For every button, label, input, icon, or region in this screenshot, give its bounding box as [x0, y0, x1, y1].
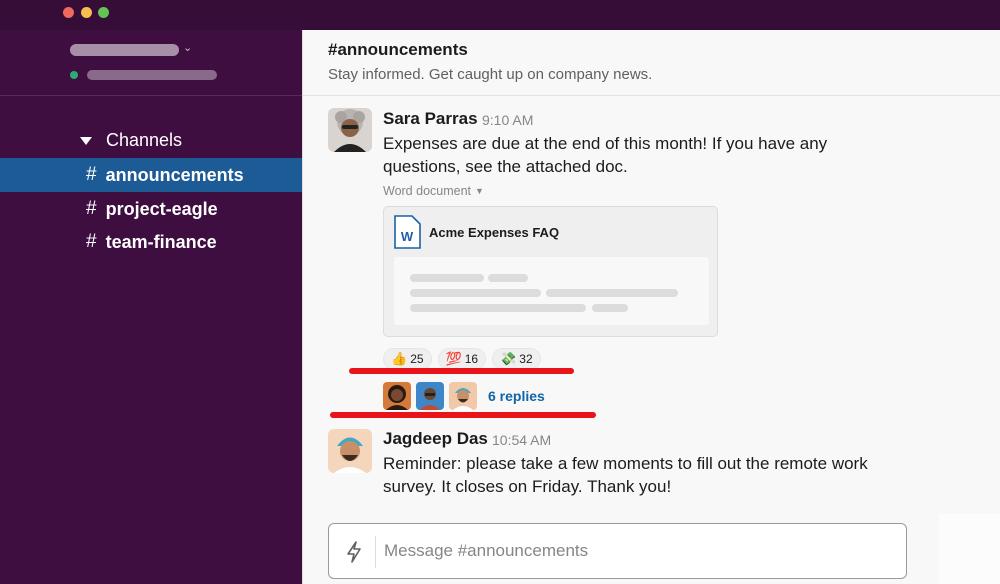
thread-replies[interactable]: 6 replies	[383, 382, 545, 410]
avatar	[383, 382, 411, 410]
reaction-money-with-wings[interactable]: 💸 32	[492, 348, 541, 370]
hash-icon: #	[86, 198, 97, 219]
preview-placeholder-line	[488, 274, 528, 282]
document-preview[interactable]	[394, 257, 709, 325]
svg-text:W: W	[401, 229, 414, 244]
message-author[interactable]: Sara Parras	[383, 109, 478, 129]
preview-placeholder-line	[410, 289, 541, 297]
message-text: Expenses are due at the end of this mont…	[383, 134, 828, 176]
chevron-down-icon[interactable]: ⌄	[183, 41, 192, 54]
reaction-hundred-points[interactable]: 💯 16	[437, 348, 487, 370]
reaction-count: 16	[464, 352, 479, 366]
message-input[interactable]	[384, 541, 884, 561]
preview-placeholder-line	[546, 289, 678, 297]
thumbs-up-emoji: 👍	[391, 351, 408, 366]
hash-icon: #	[86, 231, 97, 252]
presence-status-icon	[70, 71, 78, 79]
avatar	[416, 382, 444, 410]
attachment-type-label[interactable]: Word document ▼	[383, 184, 484, 198]
user-name-placeholder	[87, 70, 217, 80]
reactions-bar: 👍 25 💯 16 💸 32	[383, 348, 541, 370]
message-composer[interactable]	[328, 523, 907, 579]
annotation-underline	[330, 412, 596, 418]
background-panel	[939, 514, 1000, 584]
preview-placeholder-line	[592, 304, 628, 312]
replies-link[interactable]: 6 replies	[488, 388, 545, 404]
caret-down-icon[interactable]: ▼	[475, 186, 484, 196]
workspace-header[interactable]: ⌄	[0, 30, 302, 96]
workspace-name-placeholder[interactable]	[70, 44, 179, 56]
preview-placeholder-line	[410, 274, 484, 282]
annotation-underline	[349, 368, 574, 374]
avatar	[449, 382, 477, 410]
channels-section-label: Channels	[106, 130, 183, 150]
sidebar-item-project-eagle[interactable]: # project-eagle	[0, 192, 302, 226]
sidebar: ⌄ Channels # announcements # project-eag…	[0, 30, 302, 584]
hash-icon: #	[86, 164, 97, 185]
reaction-thumbs-up[interactable]: 👍 25	[383, 348, 432, 370]
attachment-card[interactable]: W Acme Expenses FAQ	[383, 206, 718, 337]
caret-down-icon[interactable]	[80, 136, 92, 145]
preview-placeholder-line	[410, 304, 586, 312]
channel-header: #announcements Stay informed. Get caught…	[303, 30, 1000, 96]
reaction-count: 32	[519, 352, 533, 366]
divider	[375, 536, 376, 568]
message-timestamp[interactable]: 10:54 AM	[492, 432, 551, 448]
sidebar-item-label: team-finance	[105, 231, 217, 252]
message-timestamp[interactable]: 9:10 AM	[482, 112, 533, 128]
channel-topic: Stay informed. Get caught up on company …	[328, 66, 653, 83]
money-with-wings-emoji: 💸	[500, 351, 517, 366]
avatar-jagdeep-das[interactable]	[328, 429, 372, 473]
close-window-button[interactable]	[63, 7, 74, 18]
sidebar-item-label: project-eagle	[105, 198, 218, 219]
channels-section-toggle[interactable]: Channels	[80, 130, 182, 151]
attachment-title[interactable]: Acme Expenses FAQ	[429, 225, 559, 240]
message-text: Reminder: please take a few moments to f…	[383, 454, 868, 496]
minimize-window-button[interactable]	[81, 7, 92, 18]
reaction-count: 25	[410, 352, 424, 366]
channel-title[interactable]: #announcements	[328, 40, 468, 60]
avatar-sara-parras[interactable]	[328, 108, 372, 152]
lightning-bolt-icon[interactable]	[345, 541, 363, 563]
maximize-window-button[interactable]	[98, 7, 109, 18]
word-doc-icon: W	[394, 215, 421, 249]
hundred-points-emoji: 💯	[445, 351, 462, 366]
message-author[interactable]: Jagdeep Das	[383, 429, 488, 449]
sidebar-item-team-finance[interactable]: # team-finance	[0, 225, 302, 259]
attachment-type-text: Word document	[383, 184, 472, 198]
window-titlebar	[0, 0, 1000, 30]
sidebar-item-announcements[interactable]: # announcements	[0, 158, 302, 192]
channel-view: #announcements Stay informed. Get caught…	[302, 30, 1000, 584]
sidebar-item-label: announcements	[105, 164, 244, 185]
